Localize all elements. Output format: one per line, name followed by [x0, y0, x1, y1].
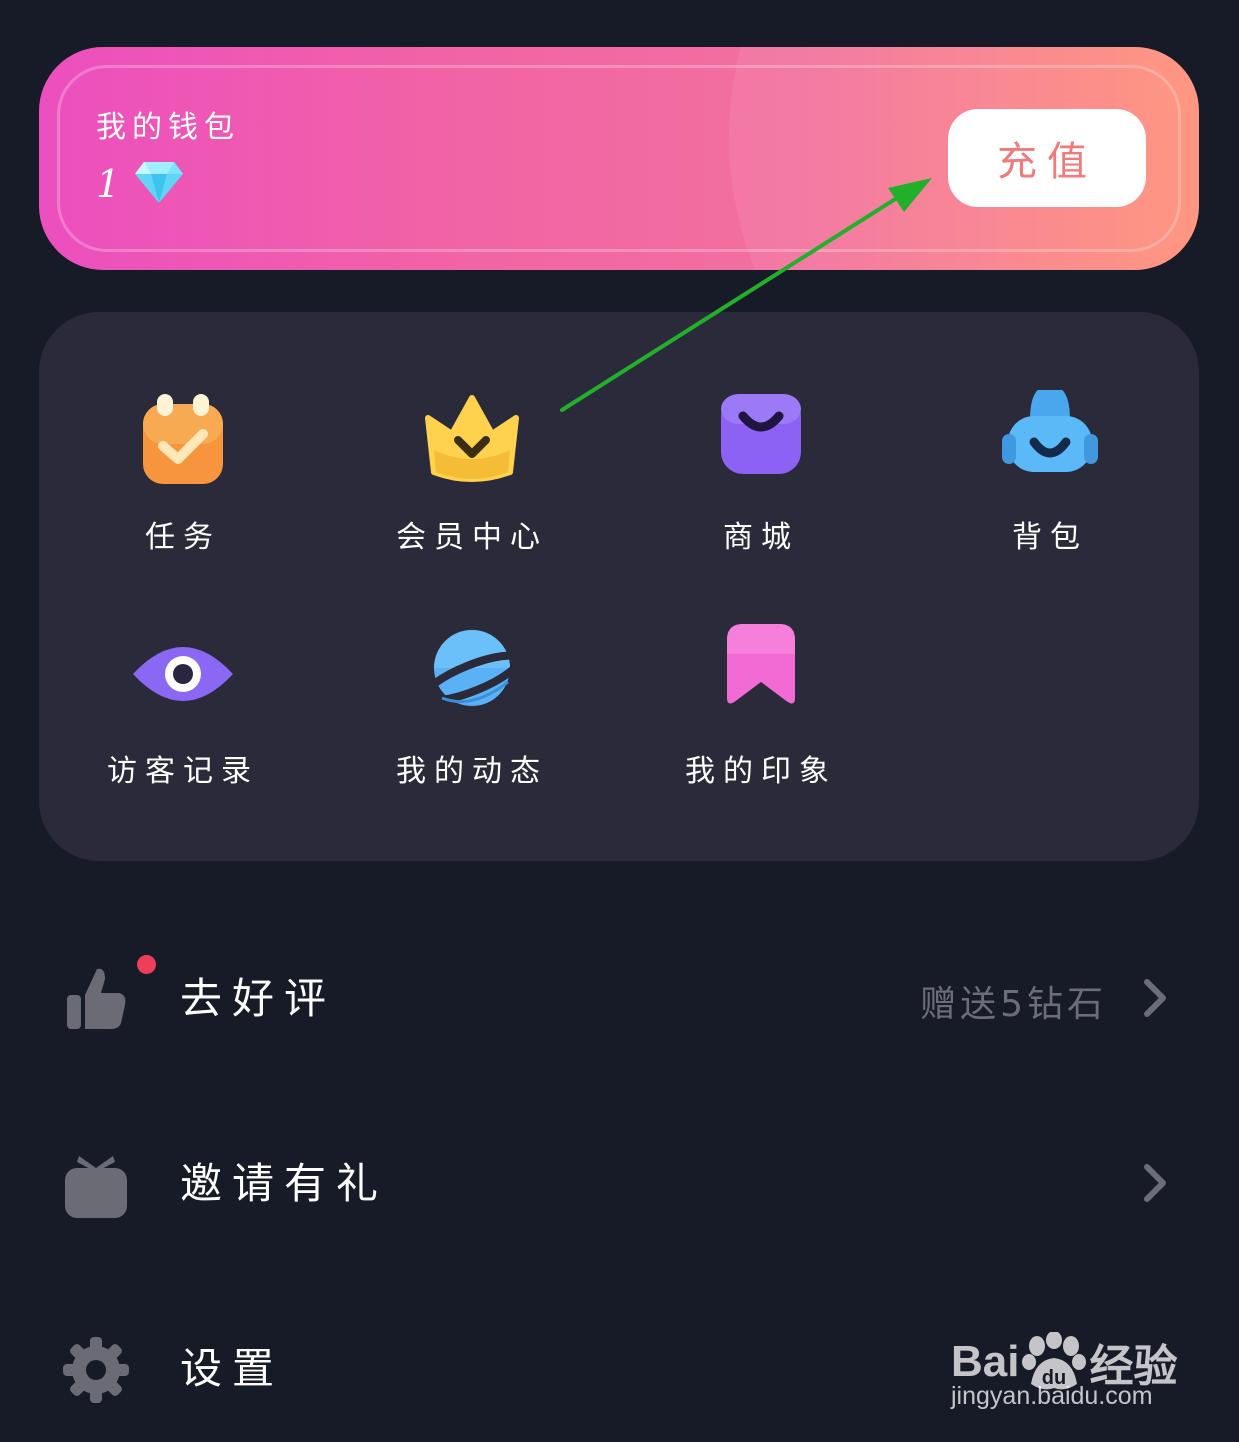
chevron-right-icon	[1139, 978, 1171, 1018]
diamond-icon	[134, 160, 184, 208]
feature-grid: 任务 会员中心 商城 背包 访客记录 我的动态 我的印象	[39, 312, 1199, 861]
wallet-balance: 1	[96, 159, 184, 209]
grid-item-backpack[interactable]: 背包	[930, 390, 1170, 560]
gear-icon	[61, 1335, 131, 1405]
wallet-amount: 1	[96, 162, 121, 206]
grid-item-my-impressions[interactable]: 我的印象	[641, 624, 881, 794]
grid-item-my-moments[interactable]: 我的动态	[352, 624, 592, 794]
gift-icon	[61, 1150, 131, 1220]
eye-icon	[133, 624, 233, 724]
bookmark-icon	[711, 624, 811, 724]
recharge-button[interactable]: 充值	[948, 109, 1146, 207]
review-label: 去好评	[180, 974, 337, 1023]
grid-item-label: 我的动态	[396, 754, 548, 789]
grid-item-task[interactable]: 任务	[63, 390, 303, 560]
notification-dot	[137, 955, 156, 974]
grid-item-label: 我的印象	[685, 754, 837, 789]
grid-item-shop[interactable]: 商城	[641, 390, 881, 560]
chevron-right-icon	[1139, 1163, 1171, 1203]
grid-item-label: 商城	[723, 520, 799, 555]
grid-item-label: 访客记录	[107, 754, 259, 789]
invite-label: 邀请有礼	[180, 1159, 389, 1208]
list-item-review[interactable]: 去好评 赠送5钻石	[39, 935, 1199, 1055]
task-icon	[133, 390, 233, 490]
shopping-bag-icon	[711, 390, 811, 490]
crown-icon	[422, 390, 522, 490]
grid-item-label: 任务	[145, 520, 221, 555]
planet-icon	[422, 624, 522, 724]
grid-item-visitors[interactable]: 访客记录	[63, 624, 303, 794]
backpack-icon	[1000, 390, 1100, 490]
list-item-settings[interactable]: 设置	[39, 1305, 1199, 1425]
grid-item-label: 会员中心	[396, 520, 548, 555]
review-reward-hint: 赠送5钻石	[920, 984, 1107, 1025]
wallet-card[interactable]: 我的钱包 1 充值	[39, 47, 1199, 270]
grid-item-label: 背包	[1012, 520, 1088, 555]
wallet-title: 我的钱包	[96, 110, 240, 145]
thumbs-up-icon	[61, 965, 131, 1035]
grid-item-member-center[interactable]: 会员中心	[352, 390, 592, 560]
list-item-invite[interactable]: 邀请有礼	[39, 1120, 1199, 1240]
settings-label: 设置	[180, 1344, 285, 1393]
